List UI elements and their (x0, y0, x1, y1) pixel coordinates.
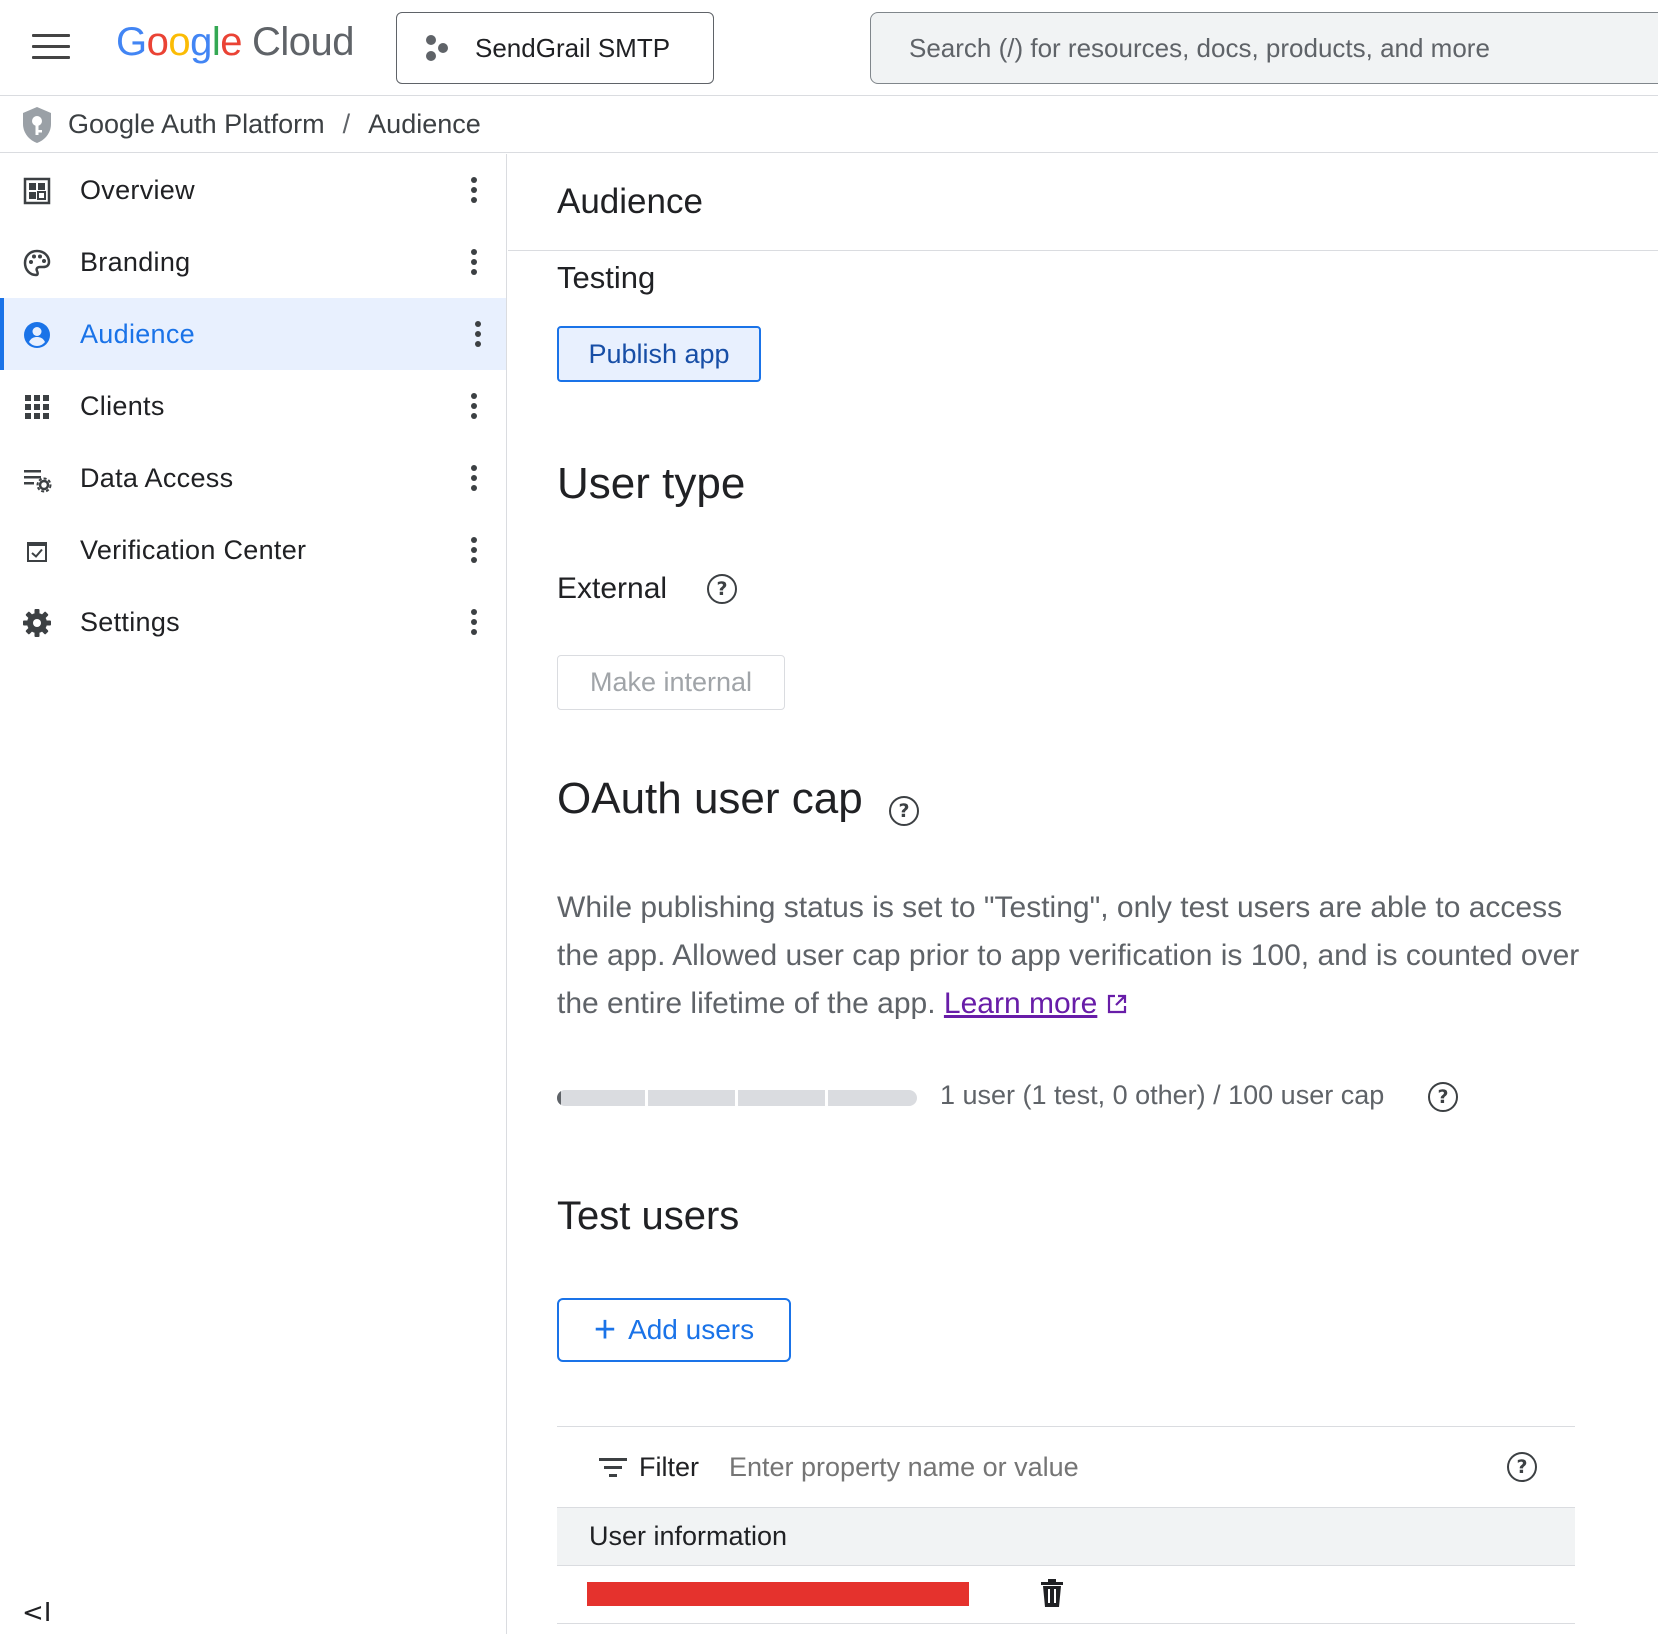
help-icon[interactable]: ? (1428, 1082, 1458, 1112)
help-icon[interactable]: ? (889, 796, 919, 826)
user-cap-progress-fill (557, 1090, 561, 1106)
more-vert-icon[interactable] (462, 174, 486, 206)
user-type-value: External (557, 572, 668, 605)
progress-segment-divider (735, 1090, 738, 1106)
project-hexagons-icon (426, 35, 448, 61)
sidebar-item-verification-center[interactable]: Verification Center (0, 514, 506, 586)
table-row (557, 1566, 1575, 1624)
filter-icon (599, 1458, 627, 1477)
dashboard-icon (23, 177, 51, 205)
sidebar-item-label: Audience (80, 318, 195, 349)
sidebar-item-branding[interactable]: Branding (0, 226, 506, 298)
add-users-label: Add users (628, 1314, 755, 1345)
more-vert-icon[interactable] (462, 606, 486, 638)
sidebar-item-label: Settings (80, 606, 180, 637)
sidebar-item-label: Verification Center (80, 534, 307, 565)
sidebar-nav: Overview Branding Audience Clients Data … (0, 154, 507, 1634)
publishing-status: Testing (557, 260, 656, 295)
sidebar-item-label: Data Access (80, 462, 234, 493)
breadcrumb: Google Auth Platform / Audience (0, 97, 1658, 153)
breadcrumb-current: Audience (368, 109, 481, 139)
checkbox-icon (27, 542, 47, 562)
filter-input[interactable] (729, 1451, 1429, 1483)
user-type-heading: User type (557, 459, 746, 508)
publish-app-button[interactable]: Publish app (557, 326, 761, 382)
shield-key-icon (23, 106, 51, 143)
apps-grid-icon (25, 395, 49, 419)
progress-segment-divider (645, 1090, 648, 1106)
project-picker-button[interactable]: SendGrail SMTP (396, 12, 714, 84)
add-users-button[interactable]: + Add users (557, 1298, 791, 1362)
sidebar-item-data-access[interactable]: Data Access (0, 442, 506, 514)
learn-more-link[interactable]: Learn more (944, 987, 1097, 1020)
page-header: Audience (508, 154, 1658, 251)
sidebar-item-label: Branding (80, 246, 191, 277)
sidebar-item-settings[interactable]: Settings (0, 586, 506, 658)
breadcrumb-root[interactable]: Google Auth Platform (68, 109, 325, 140)
main-menu-icon[interactable] (32, 34, 70, 62)
more-vert-icon[interactable] (462, 390, 486, 422)
more-vert-icon[interactable] (466, 318, 490, 350)
user-cap-progress-bar (557, 1090, 917, 1106)
search-placeholder: Search (/) for resources, docs, products… (909, 32, 1490, 63)
help-icon[interactable]: ? (1507, 1452, 1537, 1482)
collapse-sidebar-icon[interactable]: <I (22, 1598, 51, 1628)
project-name: SendGrail SMTP (475, 32, 671, 63)
main-content: Audience Testing Publish app User type E… (508, 154, 1658, 1634)
user-cap-count: 1 user (1 test, 0 other) / 100 user cap (940, 1080, 1385, 1110)
help-icon[interactable]: ? (707, 574, 737, 604)
gear-icon (23, 609, 51, 637)
table-header-row: User information (557, 1508, 1575, 1566)
sidebar-item-label: Clients (80, 390, 165, 421)
sidebar-item-overview[interactable]: Overview (0, 154, 506, 226)
add-icon: + (593, 1309, 617, 1351)
delete-icon[interactable] (1039, 1578, 1065, 1608)
make-internal-button[interactable]: Make internal (557, 655, 785, 710)
filter-label: Filter (639, 1451, 699, 1482)
more-vert-icon[interactable] (462, 246, 486, 278)
top-app-bar: Google Cloud SendGrail SMTP Search (/) fo… (0, 0, 1658, 96)
test-users-heading: Test users (557, 1194, 740, 1238)
sidebar-item-clients[interactable]: Clients (0, 370, 506, 442)
table-filter-bar: Filter ? (557, 1426, 1575, 1508)
sidebar-item-label: Overview (80, 174, 195, 205)
search-input[interactable]: Search (/) for resources, docs, products… (870, 12, 1658, 84)
column-header-user-information[interactable]: User information (589, 1521, 787, 1552)
list-settings-icon (24, 470, 52, 493)
account-circle-icon (24, 322, 50, 348)
oauth-user-cap-heading: OAuth user cap (557, 774, 863, 823)
redacted-email (587, 1582, 969, 1606)
more-vert-icon[interactable] (462, 462, 486, 494)
cap-description: While publishing status is set to "Testi… (557, 884, 1587, 1028)
progress-segment-divider (825, 1090, 828, 1106)
breadcrumb-separator: / (342, 109, 351, 139)
palette-icon (23, 249, 51, 277)
more-vert-icon[interactable] (462, 534, 486, 566)
page-title: Audience (557, 182, 703, 221)
open-in-new-icon[interactable] (1106, 993, 1128, 1015)
sidebar-item-audience[interactable]: Audience (0, 298, 506, 370)
test-users-table: Filter ? User information (557, 1426, 1575, 1624)
google-cloud-logo[interactable]: Google Cloud (116, 20, 355, 65)
